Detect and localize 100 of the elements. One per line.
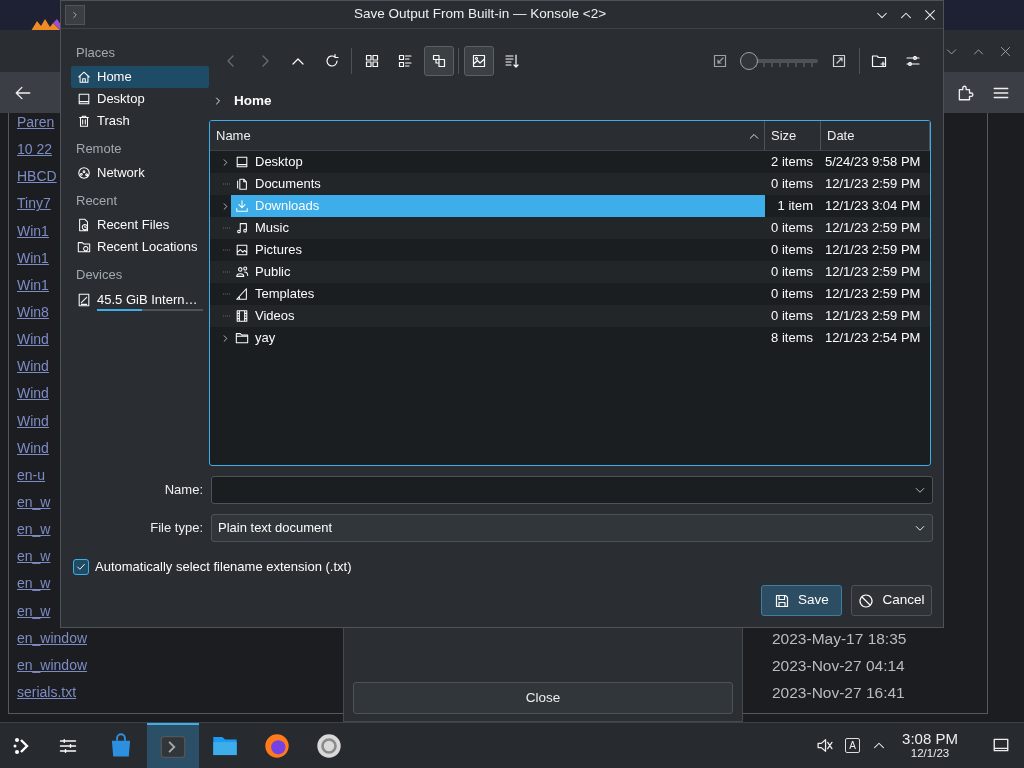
document-icon <box>235 177 249 191</box>
file-name: Desktop <box>255 153 303 172</box>
file-type-dropdown[interactable]: Plain text document <box>211 514 933 542</box>
file-link[interactable]: en_w <box>17 600 51 622</box>
size-cell-text: 0 items <box>770 241 814 260</box>
file-link[interactable]: Wind <box>17 329 49 351</box>
file-link[interactable]: Win1 <box>17 274 49 296</box>
tree-line <box>223 293 231 295</box>
cancel-button[interactable]: Cancel <box>851 585 932 616</box>
size-cell-text: 0 items <box>770 219 814 238</box>
date-cell-text: 5/24/23 9:58 PM <box>824 153 922 172</box>
drive-icon <box>77 293 91 307</box>
save-button[interactable]: Save <box>761 585 842 616</box>
column-header[interactable]: Date <box>821 121 930 150</box>
keyboard-layout-indicator[interactable]: A <box>845 738 860 753</box>
place-item[interactable]: Recent Files <box>71 214 209 236</box>
zoom-in-icon <box>831 53 847 69</box>
terminal-icon <box>65 4 85 25</box>
column-header[interactable]: Size <box>765 121 821 150</box>
file-link[interactable]: en_w <box>17 573 51 595</box>
preview-button[interactable] <box>463 46 494 76</box>
size-cell-text: 0 items <box>770 175 814 194</box>
place-item[interactable]: Recent Locations <box>71 236 209 258</box>
sliders-icon <box>904 53 921 69</box>
file-link[interactable]: serials.txt <box>17 682 77 703</box>
name-field[interactable] <box>211 476 933 504</box>
monitor-icon <box>235 155 249 169</box>
date-text: 2023-May-17 18:35 <box>772 629 907 647</box>
date-cell-text: 12/1/23 3:04 PM <box>824 197 922 216</box>
date-cell-text: 12/1/23 2:59 PM <box>824 219 922 238</box>
date-text: 2023-Nov-27 16:41 <box>772 683 905 701</box>
file-name: Music <box>255 219 289 238</box>
download-icon <box>235 199 249 213</box>
tree-line <box>223 183 231 185</box>
column-header[interactable]: Name <box>210 121 765 150</box>
date-cell-text: 12/1/23 2:59 PM <box>824 175 922 194</box>
file-row[interactable]: Documents 0 items 12/1/23 2:59 PM <box>210 173 930 195</box>
file-row[interactable]: Videos 0 items 12/1/23 2:59 PM <box>210 305 930 327</box>
place-item[interactable]: Trash <box>71 110 209 132</box>
place-item[interactable]: 45.5 GiB Intern… <box>71 288 209 312</box>
file-link[interactable]: en_window <box>17 627 88 649</box>
cancel-icon <box>858 592 875 609</box>
checkbox-label: Automatically select filename extension (.txt) <box>95 558 352 577</box>
file-link[interactable]: en_w <box>17 492 51 514</box>
tree-line <box>223 249 231 251</box>
close-button[interactable]: Close <box>353 682 733 714</box>
zoom-slider[interactable] <box>740 51 820 71</box>
sort-icon <box>504 53 520 69</box>
check-icon <box>75 561 87 573</box>
size-cell-text: 1 item <box>776 197 814 216</box>
field-label: Name: <box>163 481 203 500</box>
clock-date[interactable]: 12/1/23 <box>910 747 950 761</box>
browser-icon <box>264 732 290 759</box>
file-row[interactable]: yay 8 items 12/1/23 2:54 PM <box>210 327 930 349</box>
slider-thumb[interactable] <box>740 52 758 70</box>
terminal-icon <box>160 733 186 760</box>
puzzle-icon <box>956 83 974 102</box>
file-row[interactable]: Music 0 items 12/1/23 2:59 PM <box>210 217 930 239</box>
file-link[interactable]: en_w <box>17 519 51 541</box>
file-link[interactable]: Win8 <box>17 302 49 324</box>
file-link[interactable]: Tiny7 <box>17 193 51 215</box>
place-item[interactable]: Desktop <box>71 88 209 110</box>
file-row[interactable]: Pictures 0 items 12/1/23 2:59 PM <box>210 239 930 261</box>
file-row[interactable]: Templates 0 items 12/1/23 2:59 PM <box>210 283 930 305</box>
size-cell-text: 0 items <box>770 263 814 282</box>
clock-time[interactable]: 3:08 PM <box>902 730 958 748</box>
checkbox[interactable] <box>73 559 89 575</box>
file-link[interactable]: en_window <box>17 654 88 676</box>
file-name: Templates <box>255 285 315 304</box>
file-link[interactable]: en_w <box>17 546 51 568</box>
file-link[interactable]: Wind <box>17 437 49 459</box>
home-icon <box>77 70 91 84</box>
breadcrumb-item[interactable]: Home <box>234 90 272 112</box>
network-icon <box>77 166 91 180</box>
file-link[interactable]: Paren <box>17 113 55 134</box>
file-row[interactable]: Desktop 2 items 5/24/23 9:58 PM <box>210 151 930 173</box>
file-link[interactable]: en-u <box>17 464 46 486</box>
file-link[interactable]: Wind <box>17 383 49 405</box>
place-item[interactable]: Home <box>71 66 209 88</box>
tree-icon <box>430 53 447 69</box>
file-link[interactable]: Win1 <box>17 220 49 242</box>
place-item[interactable]: Network <box>71 162 209 184</box>
file-row[interactable]: Public 0 items 12/1/23 2:59 PM <box>210 261 930 283</box>
image-icon <box>470 53 487 69</box>
close-button[interactable] <box>923 7 937 22</box>
list-icon <box>397 53 413 69</box>
tree-view-button[interactable] <box>423 46 454 76</box>
grid-icon <box>363 53 380 69</box>
file-name: Videos <box>255 307 295 326</box>
trash-icon <box>77 114 91 128</box>
section-heading: Places <box>75 44 117 62</box>
file-link[interactable]: 10 22 <box>17 139 53 161</box>
file-link[interactable]: Wind <box>17 410 49 432</box>
music-icon <box>235 221 249 235</box>
file-link[interactable]: Win1 <box>17 247 49 269</box>
size-cell-text: 0 items <box>770 285 814 304</box>
taskbar-app[interactable] <box>147 722 199 768</box>
file-link[interactable]: Wind <box>17 356 49 378</box>
file-link[interactable]: HBCD <box>17 166 57 188</box>
people-icon <box>235 265 249 279</box>
